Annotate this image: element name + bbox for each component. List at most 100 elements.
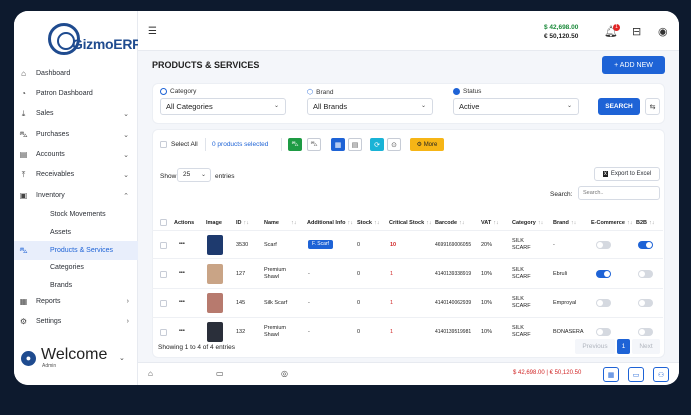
chevron-down-icon: ⌄	[119, 355, 125, 362]
ecommerce-toggle[interactable]	[596, 328, 611, 336]
users-icon[interactable]: ⚇	[653, 367, 669, 382]
table-search-label: Search:	[550, 191, 573, 198]
user-circle-icon[interactable]: ◉	[658, 25, 668, 38]
filter-settings-icon[interactable]: ⇆	[645, 98, 660, 115]
sidebar-item-dashboard[interactable]: ⌂ Dashboard	[14, 64, 138, 83]
accounts-icon: ▤	[19, 150, 28, 159]
receivables-icon: ⤒	[21, 169, 26, 179]
col-header-text: B2B	[636, 220, 648, 226]
col-header-ecommerce[interactable]: E-Commerce ↑↓	[591, 220, 632, 226]
menu-toggle-icon[interactable]: ☰	[148, 26, 157, 37]
cell-barcode: 4140139519981	[435, 329, 472, 335]
row-checkbox[interactable]	[160, 271, 167, 278]
sidebar-item-sales[interactable]: ⤓ Sales ⌄	[14, 104, 138, 123]
previous-page-button[interactable]: Previous	[575, 339, 615, 354]
currency-icon[interactable]: ◎	[281, 369, 288, 378]
cart-add-icon[interactable]: ⛍	[288, 138, 302, 151]
table-search-input[interactable]	[578, 186, 660, 200]
row-checkbox[interactable]	[160, 329, 167, 336]
window-icon[interactable]: ▭	[628, 367, 644, 382]
col-header-text: Stock	[357, 220, 372, 226]
col-header-b2b[interactable]: B2B ↑↓	[636, 220, 655, 226]
col-header-actions: Actions	[174, 220, 195, 226]
list-icon[interactable]: ▤	[348, 138, 362, 151]
sidebar-item-label: Accounts	[36, 151, 65, 158]
b2b-toggle[interactable]	[638, 299, 653, 307]
brand-select[interactable]: All Brands ⌄	[307, 98, 433, 115]
sidebar-item-purchases[interactable]: ⛍ Purchases ⌄	[14, 125, 138, 144]
store-icon[interactable]: ⊟	[632, 25, 641, 38]
b2b-toggle[interactable]	[638, 328, 653, 336]
col-header-category[interactable]: Category ↑↓	[512, 220, 543, 226]
cell-critical-stock: 1	[390, 271, 394, 277]
row-actions-icon[interactable]: •••	[179, 241, 185, 248]
add-new-button[interactable]: + ADD NEW	[602, 56, 665, 74]
cell-brand: BONASERA	[553, 329, 584, 335]
sidebar-subitem-assets[interactable]: Assets	[50, 229, 71, 236]
bank-icon[interactable]: ⌂	[148, 369, 153, 378]
row-checkbox[interactable]	[160, 300, 167, 307]
search-button[interactable]: SEARCH	[598, 98, 640, 115]
category-label: Category	[160, 88, 196, 95]
col-header-brand[interactable]: Brand ↑↓	[553, 220, 576, 226]
col-header-text: Critical Stock	[389, 220, 425, 226]
header-checkbox[interactable]	[160, 219, 167, 226]
row-checkbox[interactable]	[160, 242, 167, 249]
cell-additional-info: F. Scarf	[308, 240, 333, 249]
sidebar-subitem-categories[interactable]: Categories	[50, 264, 84, 271]
col-header-vat[interactable]: VAT ↑↓	[481, 220, 499, 226]
calculator-icon[interactable]: ▦	[603, 367, 619, 382]
cell-name: Premium Shawl	[264, 325, 287, 338]
user-menu[interactable]: ● Welcome Admin ⌄	[19, 346, 134, 370]
sidebar-item-settings[interactable]: ⚙ Settings ›	[14, 312, 138, 331]
row-actions-icon[interactable]: •••	[179, 328, 185, 335]
sort-icon: ↑↓	[459, 220, 465, 226]
cart-remove-icon[interactable]: ⛍	[307, 138, 321, 151]
cell-category: SILK SCARF	[512, 325, 531, 338]
sidebar-item-patron-dashboard[interactable]: ◔ Patron Dashboard	[14, 84, 138, 103]
product-image	[207, 322, 223, 342]
page-button-current[interactable]: 1	[617, 339, 630, 354]
col-header-id[interactable]: ID ↑↓	[236, 220, 249, 226]
sidebar-subitem-stock-movements[interactable]: Stock Movements	[50, 211, 106, 218]
brand-label-text: Brand	[316, 88, 334, 96]
sidebar-subitem-brands[interactable]: Brands	[50, 282, 72, 289]
row-actions-icon[interactable]: •••	[179, 270, 185, 277]
chevron-down-icon: ⌄	[420, 103, 426, 109]
gizmoerp-logo[interactable]: GizmoERP	[48, 23, 141, 63]
row-actions-icon[interactable]: •••	[179, 299, 185, 306]
circle-dot-icon[interactable]: ⊙	[387, 138, 401, 151]
select-all-checkbox[interactable]	[160, 141, 167, 148]
col-header-critical-stock[interactable]: Critical Stock ↑↓	[389, 220, 432, 226]
next-page-button[interactable]: Next	[632, 339, 660, 354]
page-size-select[interactable]: 25 ⌄	[177, 168, 211, 182]
status-select[interactable]: Active ⌄	[453, 98, 579, 115]
cell-brand: -	[553, 242, 555, 248]
sidebar-item-receivables[interactable]: ⤒ Receivables ⌄	[14, 165, 138, 184]
sidebar-item-accounts[interactable]: ▤ Accounts ⌄	[14, 145, 138, 164]
grid-icon[interactable]: ▦	[331, 138, 345, 151]
b2b-toggle[interactable]	[638, 270, 653, 278]
export-excel-button[interactable]: x Export to Excel	[594, 167, 660, 181]
sidebar-item-inventory[interactable]: ▣ Inventory ⌃	[14, 186, 138, 205]
refresh-icon[interactable]: ⟳	[370, 138, 384, 151]
col-header-additional-info[interactable]: Additional Info ↑↓	[307, 220, 353, 226]
cell-category: SILK SCARF	[512, 296, 531, 309]
cell-additional-info: -	[308, 271, 310, 277]
row-divider	[152, 258, 663, 259]
sidebar-item-reports[interactable]: ▦ Reports ›	[14, 292, 138, 311]
chevron-down-icon: ⌄	[273, 103, 279, 109]
col-header-barcode[interactable]: Barcode ↑↓	[435, 220, 465, 226]
ecommerce-toggle[interactable]	[596, 241, 611, 249]
calendar-icon[interactable]: ▭	[216, 369, 224, 378]
sidebar-subitem-products-services[interactable]: ⛍ Products & Services	[14, 241, 138, 260]
col-header-name[interactable]: Name ↑↓	[264, 220, 296, 226]
col-header-stock[interactable]: Stock ↑↓	[357, 220, 379, 226]
more-button[interactable]: ⚙ More	[410, 138, 444, 151]
sidebar-item-label: Reports	[36, 298, 61, 305]
b2b-toggle[interactable]	[638, 241, 653, 249]
header-divider	[152, 230, 663, 231]
ecommerce-toggle[interactable]	[596, 270, 611, 278]
ecommerce-toggle[interactable]	[596, 299, 611, 307]
category-select[interactable]: All Categories ⌄	[160, 98, 286, 115]
